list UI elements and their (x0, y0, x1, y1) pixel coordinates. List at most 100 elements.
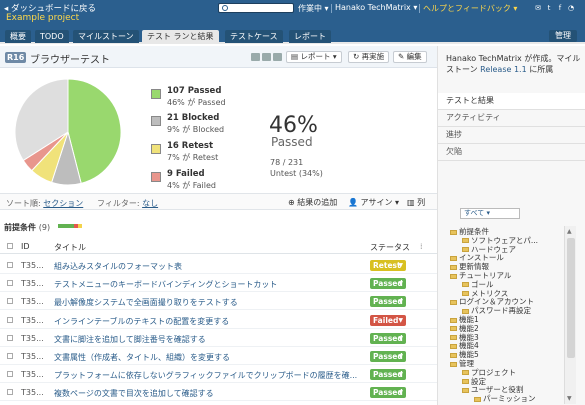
section-filter-select[interactable]: すべて ▾ (460, 208, 520, 219)
print-icon[interactable] (251, 53, 260, 61)
row-checkbox[interactable] (7, 371, 13, 378)
row-status-dropdown[interactable]: Passed ▼ (370, 332, 406, 344)
legend-title: 16 Retest (167, 141, 214, 151)
scrollbar-thumb[interactable] (567, 238, 575, 358)
row-status-dropdown[interactable]: Passed ▼ (370, 369, 406, 381)
row-checkbox[interactable] (7, 353, 13, 359)
run-id-badge: R16 (5, 52, 27, 63)
rss-icon[interactable]: ◔ (567, 4, 575, 12)
table-row[interactable]: T35... テストメニューのキーボードバインディングとショートカット Passed… (0, 274, 437, 293)
row-checkbox[interactable] (7, 298, 13, 305)
swatch-failed (151, 172, 161, 182)
row-status-dropdown[interactable]: Passed ▼ (370, 278, 406, 290)
page-title: ブラウザーテスト (30, 55, 110, 66)
edit-button[interactable]: ✎ 編集 (393, 51, 427, 63)
row-checkbox[interactable] (7, 334, 13, 341)
divider (419, 4, 420, 13)
folder-icon (450, 229, 457, 235)
col-status[interactable]: ステータス (370, 242, 410, 253)
manage-button[interactable]: 管理 (549, 30, 577, 42)
folder-icon (462, 370, 469, 376)
row-status-dropdown[interactable]: Passed ▼ (370, 296, 406, 308)
col-title[interactable]: タイトル (54, 242, 86, 253)
row-checkbox[interactable] (7, 316, 13, 323)
tab-reports[interactable]: レポート (289, 30, 331, 43)
chevron-down-icon: ▼ (398, 389, 403, 397)
user-menu[interactable]: Hanako TechMatrix ▾ (335, 3, 417, 12)
filter-link[interactable]: なし (142, 199, 158, 208)
pie-slices (14, 78, 122, 186)
row-status-dropdown[interactable]: Passed ▼ (370, 387, 406, 399)
link-icon[interactable] (273, 53, 282, 61)
tab-test-runs[interactable]: テスト ランと結果 (142, 30, 219, 43)
scroll-up-icon[interactable]: ▲ (567, 228, 572, 235)
columns-button[interactable]: ▥ 列 (407, 197, 425, 208)
rerun-button[interactable]: ↻ 再実施 (348, 51, 390, 63)
tab-todo[interactable]: TODO (35, 30, 69, 43)
tab-test-cases[interactable]: テストケース (225, 30, 283, 43)
row-checkbox[interactable] (7, 280, 13, 287)
table-row[interactable]: T35... インラインテーブルのテキストの配置を変更する Failed ▼ (0, 311, 437, 329)
select-all-checkbox[interactable] (7, 243, 13, 249)
row-title-link[interactable]: 文書属性（作成者、タイトル、組織）を変更する (54, 352, 359, 363)
facebook-icon[interactable]: f (556, 4, 564, 12)
sort-link[interactable]: セクション (43, 199, 83, 208)
row-status-dropdown[interactable]: Failed ▼ (370, 314, 406, 326)
legend-sub: 46% が Passed (167, 98, 226, 107)
row-title-link[interactable]: テストメニューのキーボードバインディングとショートカット (54, 279, 359, 290)
tab-overview[interactable]: 概要 (5, 30, 31, 43)
twitter-icon[interactable]: t (545, 4, 553, 12)
column-resize-icon[interactable]: ⁞ (420, 242, 423, 251)
table-row[interactable]: T35... 複数ページの文書で目次を追加して確認する Passed ▼ (0, 383, 437, 402)
row-checkbox[interactable] (7, 389, 13, 396)
row-status-dropdown[interactable]: Retest ▼ (370, 260, 406, 271)
row-title-link[interactable]: 文書に脚注を追加して脚注番号を確認する (54, 334, 359, 345)
side-tab-progress[interactable]: 進捗 (438, 127, 585, 144)
folder-icon (462, 291, 469, 297)
row-title-link[interactable]: インラインテーブルのテキストの配置を変更する (54, 316, 359, 327)
row-status-dropdown[interactable]: Passed ▼ (370, 351, 406, 362)
milestone-link[interactable]: Release 1.1 (480, 65, 527, 74)
scroll-down-icon[interactable]: ▼ (567, 395, 572, 402)
table-row[interactable]: T35... 文書属性（作成者、タイトル、組織）を変更する Passed ▼ (0, 347, 437, 365)
help-menu[interactable]: ヘルプとフィードバック ▾ (423, 3, 517, 14)
mail-icon[interactable]: ✉ (534, 4, 542, 12)
side-tab-activity[interactable]: アクティビティ (438, 110, 585, 127)
side-tab-defects[interactable]: 欠陥 (438, 144, 585, 161)
export-icon[interactable] (262, 53, 271, 61)
table-row[interactable]: T35... 文書に脚注を追加して脚注番号を確認する Passed ▼ (0, 329, 437, 347)
filter-prefix: フィルター: (97, 199, 140, 208)
row-title-link[interactable]: 最小解像度システムで全画面撮り取りをテストする (54, 297, 359, 308)
status-label: Failed (373, 315, 399, 325)
folder-icon (462, 247, 469, 253)
chevron-down-icon: ▼ (398, 353, 403, 360)
chevron-down-icon: ▼ (398, 298, 403, 306)
nav-bar: 概要 TODO マイルストーン テスト ランと結果 テストケース レポート 管理 (0, 28, 585, 44)
folder-icon (462, 238, 469, 244)
assign-button[interactable]: 👤 アサイン ▾ (348, 197, 399, 208)
work-menu[interactable]: 作業中 ▾ (298, 3, 329, 14)
table-row[interactable]: T35... プラットフォームに依存しないグラフィックファイルでクリップボードの履… (0, 365, 437, 384)
project-name[interactable]: Example project (6, 13, 79, 23)
table-row[interactable]: T35... 最小解像度システムで全画面撮り取りをテストする Passed ▼ (0, 292, 437, 311)
row-title-link[interactable]: プラットフォームに依存しないグラフィックファイルでクリップボードの履歴を確... (54, 370, 359, 381)
row-checkbox[interactable] (7, 262, 13, 268)
row-title-link[interactable]: 組み込みスタイルのフォーマット表 (54, 261, 359, 272)
section-header[interactable]: 前提条件 (9) (4, 222, 50, 233)
title-icons (251, 53, 284, 63)
status-label: Retest (373, 261, 401, 270)
table-row[interactable]: T35... 組み込みスタイルのフォーマット表 Retest ▼ (0, 256, 437, 274)
report-button[interactable]: ▤ レポート ▾ (286, 51, 342, 63)
tree-item[interactable]: パーミッション (474, 393, 536, 404)
search-input[interactable] (218, 3, 294, 13)
row-id: T35... (21, 297, 44, 307)
swatch-blocked (151, 116, 161, 126)
tab-milestones[interactable]: マイルストーン (73, 30, 139, 43)
row-title-link[interactable]: 複数ページの文書で目次を追加して確認する (54, 388, 359, 399)
side-tab-tests-results[interactable]: テストと結果 (438, 93, 585, 110)
swatch-retest (151, 144, 161, 154)
add-result-button[interactable]: ⊕ 結果の追加 (288, 197, 337, 208)
sidebar-scrollbar[interactable]: ▲ ▼ (564, 226, 576, 404)
col-id[interactable]: ID (21, 242, 30, 251)
legend-sub: 9% が Blocked (167, 125, 225, 134)
